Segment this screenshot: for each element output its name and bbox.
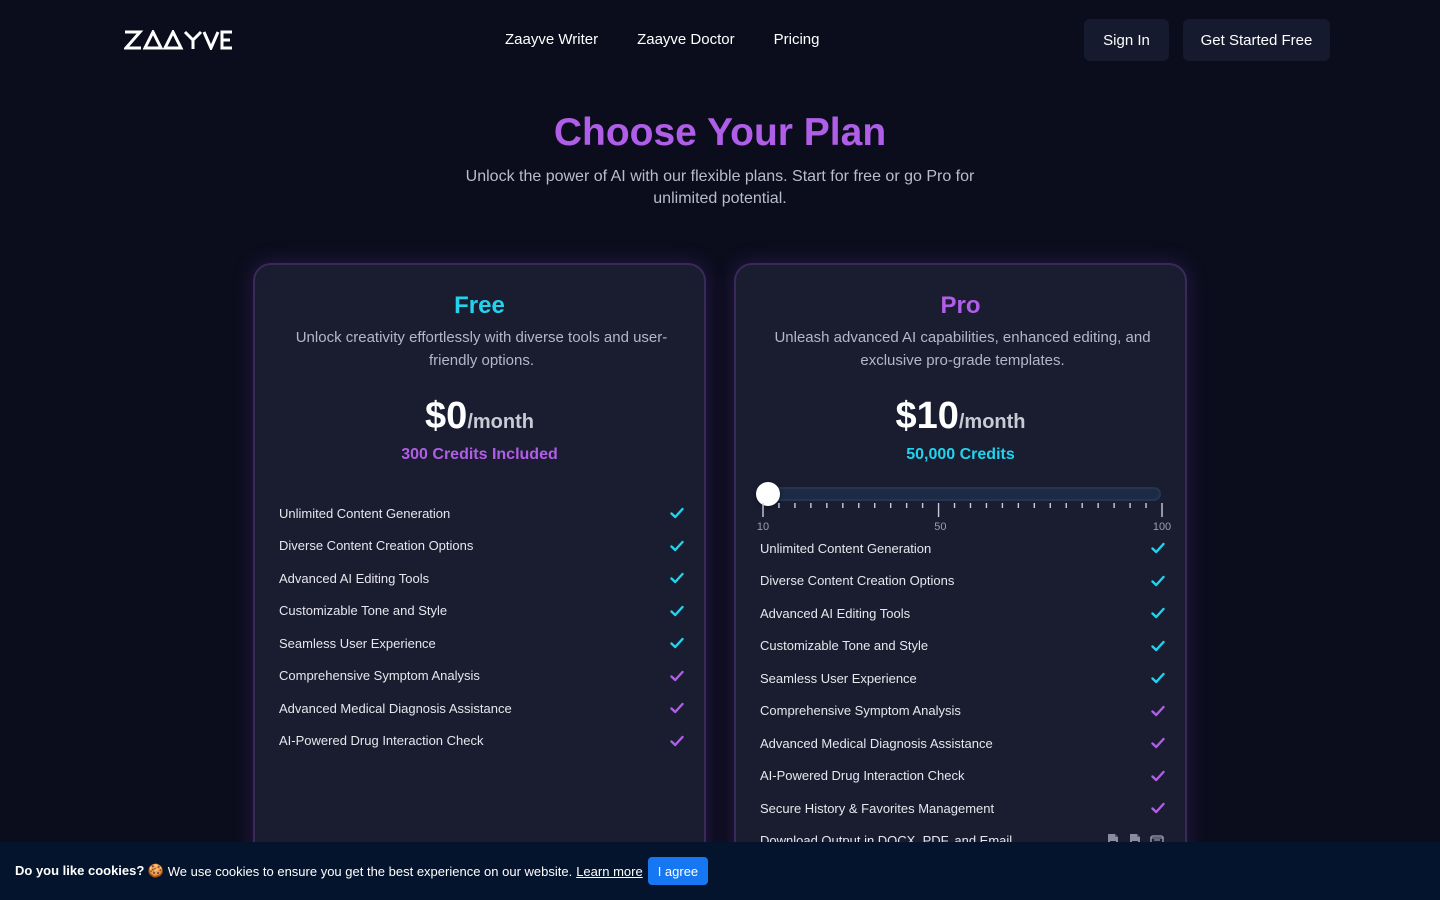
check-icon [670, 573, 684, 584]
cookie-text: We use cookies to ensure you get the bes… [167, 863, 573, 879]
check-icon [670, 670, 684, 681]
feature-item: Comprehensive Symptom Analysis [760, 695, 1165, 728]
feature-item: Customizable Tone and Style [760, 630, 1165, 663]
check-icon [670, 540, 684, 551]
feature-label: Advanced AI Editing Tools [760, 605, 911, 621]
check-icon [1151, 803, 1165, 814]
feature-item: AI-Powered Drug Interaction Check [760, 760, 1165, 793]
price-amount: $0 [425, 395, 468, 437]
feature-label: Diverse Content Creation Options [279, 538, 474, 554]
feature-label: Secure History & Favorites Management [760, 800, 995, 816]
check-icon [1151, 543, 1165, 554]
feature-label: Unlimited Content Generation [760, 540, 932, 556]
feature-item: Advanced Medical Diagnosis Assistance [760, 727, 1165, 760]
page-title: Choose Your Plan [553, 111, 887, 154]
feature-item: Advanced AI Editing Tools [760, 597, 1165, 630]
feature-label: Advanced AI Editing Tools [279, 570, 430, 586]
cookie-learn-more-link[interactable]: Learn more [576, 864, 642, 879]
feature-label: Advanced Medical Diagnosis Assistance [279, 700, 512, 716]
feature-list: Unlimited Content Generation Diverse Cont… [279, 497, 684, 757]
cookie-question: Do you like cookies? 🍪 [15, 863, 165, 878]
feature-item: Comprehensive Symptom Analysis [279, 660, 684, 693]
check-icon [1151, 738, 1165, 749]
page-subtitle: Unlock the power of AI with our flexible… [465, 168, 975, 207]
plan-credits: 50,000 Credits [906, 446, 1015, 463]
plan-name: Free [454, 292, 505, 319]
feature-label: Diverse Content Creation Options [760, 573, 955, 589]
feature-label: Unlimited Content Generation [279, 505, 451, 521]
plan-description: Unlock creativity effortlessly with dive… [295, 329, 668, 369]
get-started-button[interactable]: Get Started Free [1183, 19, 1330, 61]
check-icon [1151, 673, 1165, 684]
feature-item: Seamless User Experience [279, 627, 684, 660]
nav-zaayve-writer[interactable]: Zaayve Writer [505, 31, 598, 49]
check-icon [670, 508, 684, 519]
feature-label: AI-Powered Drug Interaction Check [760, 768, 965, 784]
feature-label: Customizable Tone and Style [279, 603, 448, 619]
slider-ticks [762, 503, 1163, 517]
zaayve-logo[interactable] [124, 30, 234, 50]
plan-price: $0/month [255, 395, 704, 438]
check-icon [1151, 608, 1165, 619]
feature-label: Comprehensive Symptom Analysis [760, 703, 961, 719]
cookie-agree-button[interactable]: I agree [647, 857, 709, 885]
plan-description: Unleash advanced AI capabilities, enhanc… [774, 329, 1151, 369]
check-icon [1151, 640, 1165, 651]
free-plan-card: Free Unlock creativity effortlessly with… [253, 263, 706, 900]
check-icon [670, 735, 684, 746]
feature-label: Customizable Tone and Style [760, 638, 929, 654]
feature-list: Unlimited Content Generation Diverse Cont… [760, 532, 1165, 857]
check-icon [670, 703, 684, 714]
nav-zaayve-doctor[interactable]: Zaayve Doctor [637, 31, 735, 49]
feature-item: Secure History & Favorites Management [760, 792, 1165, 825]
main-nav: Zaayve Writer Zaayve Doctor Pricing [505, 31, 858, 49]
feature-item: Advanced Medical Diagnosis Assistance [279, 692, 684, 725]
feature-item: Diverse Content Creation Options [760, 565, 1165, 598]
check-icon [1151, 770, 1165, 781]
check-icon [1151, 705, 1165, 716]
check-icon [670, 605, 684, 616]
feature-label: Seamless User Experience [279, 635, 436, 651]
feature-item: Advanced AI Editing Tools [279, 562, 684, 595]
plan-credits: 300 Credits Included [401, 446, 558, 463]
feature-item: Seamless User Experience [760, 662, 1165, 695]
feature-item: Customizable Tone and Style [279, 595, 684, 628]
feature-label: AI-Powered Drug Interaction Check [279, 733, 484, 749]
feature-label: Comprehensive Symptom Analysis [279, 668, 480, 684]
feature-item: Diverse Content Creation Options [279, 530, 684, 563]
plan-price: $10/month [736, 395, 1185, 438]
nav-pricing[interactable]: Pricing [774, 31, 820, 49]
feature-label: Seamless User Experience [760, 670, 917, 686]
cookie-banner: Do you like cookies? 🍪 We use cookies to… [0, 842, 1440, 900]
plan-name: Pro [940, 292, 981, 319]
check-icon [1151, 575, 1165, 586]
feature-item: AI-Powered Drug Interaction Check [279, 725, 684, 758]
site-header: Zaayve Writer Zaayve Doctor Pricing Sign… [0, 0, 1440, 80]
price-period: /month [958, 411, 1026, 433]
price-period: /month [467, 411, 534, 433]
price-amount: $10 [895, 395, 959, 437]
feature-item: Unlimited Content Generation [760, 532, 1165, 565]
feature-item: Unlimited Content Generation [279, 497, 684, 530]
sign-in-button[interactable]: Sign In [1084, 19, 1169, 61]
pro-plan-card: Pro Unleash advanced AI capabilities, en… [734, 263, 1187, 900]
check-icon [670, 638, 684, 649]
feature-label: Advanced Medical Diagnosis Assistance [760, 735, 993, 751]
